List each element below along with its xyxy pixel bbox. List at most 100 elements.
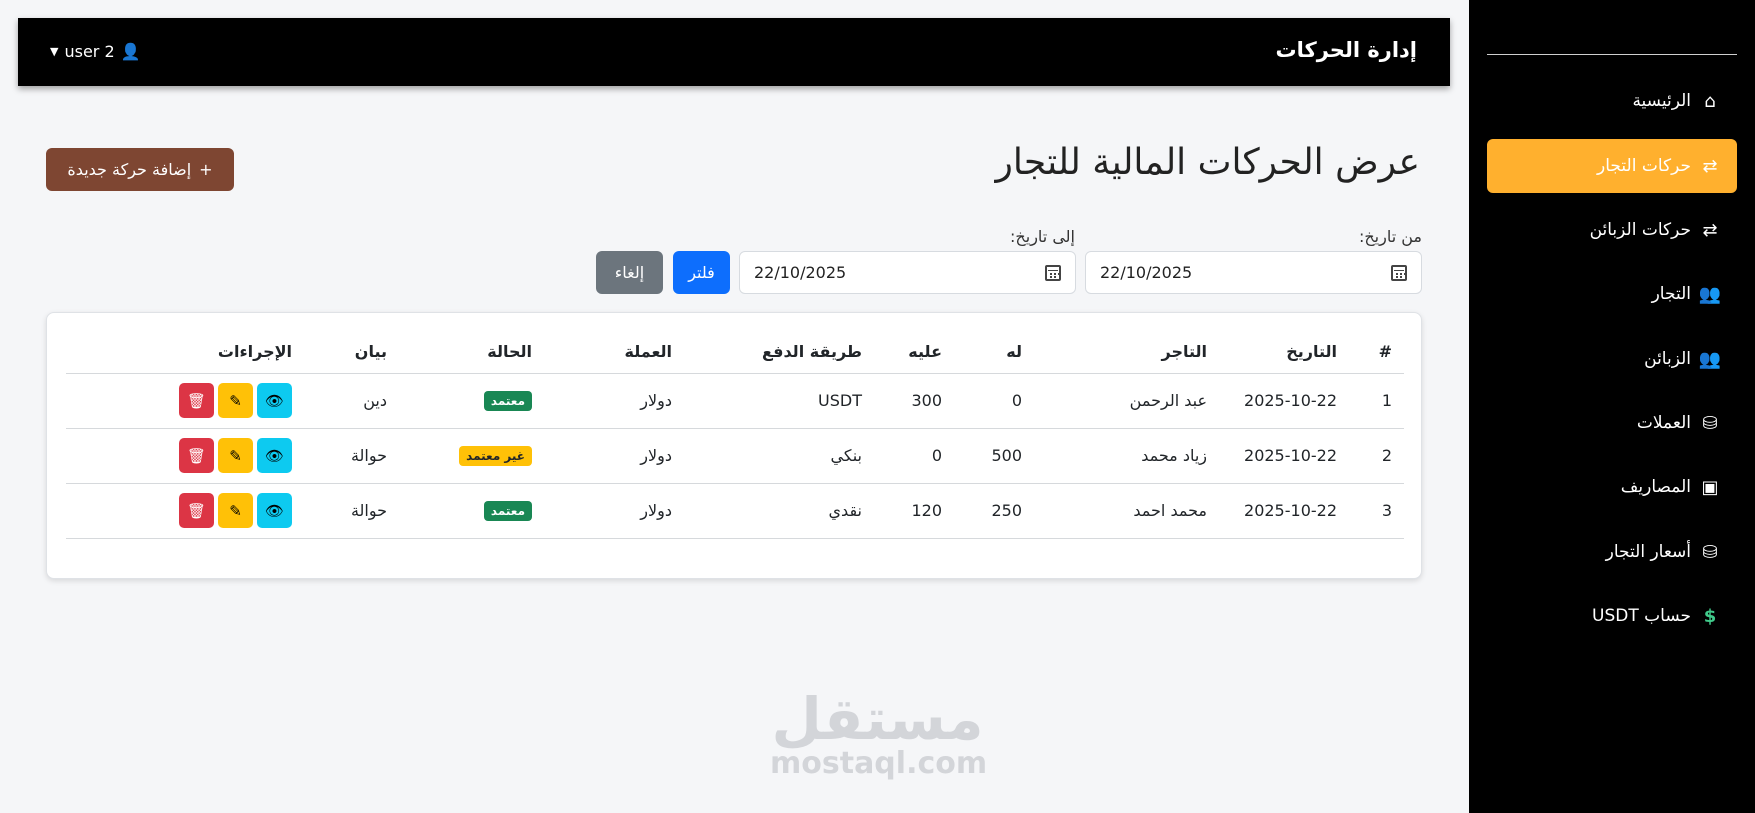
- sidebar-item-label: التجار: [1651, 284, 1691, 304]
- users-icon: 👥: [1698, 283, 1721, 305]
- cell-note: حوالة: [304, 428, 399, 484]
- eye-icon: 👁: [264, 446, 285, 465]
- sidebar-item-merchants[interactable]: 👥 التجار: [1487, 267, 1737, 321]
- cell-actions: 👁 ✎ 🗑: [66, 428, 304, 484]
- cell-merchant: زياد محمد: [1034, 428, 1219, 484]
- sidebar-item-label: حساب USDT: [1592, 606, 1691, 626]
- cell-date: 2025-10-22: [1219, 373, 1349, 429]
- edit-button[interactable]: ✎: [218, 493, 253, 528]
- cell-actions: 👁 ✎ 🗑: [66, 373, 304, 429]
- cell-payment-method: بنكي: [684, 428, 874, 484]
- delete-button[interactable]: 🗑: [179, 438, 214, 473]
- page-title: عرض الحركات المالية للتجار: [995, 142, 1421, 183]
- cell-note: حوالة: [304, 483, 399, 539]
- column-header-date: التاريخ: [1219, 331, 1349, 374]
- transactions-table: # التاريخ التاجر له عليه طريقة الدفع الع…: [66, 331, 1404, 539]
- home-icon: ⌂: [1704, 90, 1716, 112]
- cell-actions: 👁 ✎ 🗑: [66, 483, 304, 539]
- from-date-input[interactable]: 22/10/2025: [1085, 251, 1422, 294]
- dollar-icon: $: [1703, 605, 1717, 627]
- from-date-label: من تاريخ:: [1358, 227, 1422, 246]
- sidebar-item-label: حركات الزبائن: [1589, 220, 1691, 240]
- top-navbar: إدارة الحركات ▼ user 2 👤: [18, 18, 1450, 86]
- cell-status: معتمد: [399, 483, 544, 539]
- edit-button[interactable]: ✎: [218, 438, 253, 473]
- delete-button[interactable]: 🗑: [179, 493, 214, 528]
- coins-icon: ⛁: [1702, 412, 1718, 434]
- edit-button[interactable]: ✎: [218, 383, 253, 418]
- user-name: user 2: [64, 42, 115, 61]
- cell-payment-method: USDT: [684, 373, 874, 429]
- to-date-input[interactable]: 22/10/2025: [739, 251, 1076, 294]
- calendar-icon[interactable]: [1045, 264, 1061, 281]
- coins-icon: ⛁: [1702, 541, 1718, 563]
- cell-note: دين: [304, 373, 399, 429]
- to-date-label: إلى تاريخ:: [1010, 227, 1075, 246]
- sidebar-item-label: أسعار التجار: [1605, 542, 1691, 562]
- table-header-row: # التاريخ التاجر له عليه طريقة الدفع الع…: [66, 331, 1404, 374]
- sidebar-item-customers[interactable]: 👥 الزبائن: [1487, 332, 1737, 386]
- app-title: إدارة الحركات: [1275, 38, 1417, 62]
- column-header-payment-method: طريقة الدفع: [684, 331, 874, 374]
- status-badge: معتمد: [483, 391, 532, 411]
- sidebar-item-expenses[interactable]: ▣ المصاريف: [1487, 460, 1737, 514]
- sidebar-item-customer-transactions[interactable]: ⇄ حركات الزبائن: [1487, 203, 1737, 257]
- delete-button[interactable]: 🗑: [179, 383, 214, 418]
- sidebar-item-label: العملات: [1636, 413, 1691, 433]
- add-transaction-button[interactable]: + إضافة حركة جديدة: [46, 148, 234, 191]
- column-header-merchant: التاجر: [1034, 331, 1219, 374]
- view-button[interactable]: 👁: [257, 438, 292, 473]
- status-badge: معتمد: [483, 501, 532, 521]
- cell-date: 2025-10-22: [1219, 483, 1349, 539]
- user-menu-dropdown[interactable]: ▼ user 2 👤: [50, 42, 141, 61]
- cell-currency: دولار: [544, 483, 684, 539]
- sidebar-item-label: حركات التجار: [1597, 156, 1691, 176]
- calendar-icon[interactable]: [1391, 264, 1407, 281]
- caret-down-icon: ▼: [50, 45, 59, 58]
- sidebar-item-usdt-account[interactable]: $ حساب USDT: [1487, 589, 1737, 643]
- cell-debit: 300: [874, 373, 954, 429]
- eye-icon: 👁: [264, 391, 285, 410]
- cell-number: 2: [1349, 428, 1404, 484]
- column-header-number: #: [1349, 331, 1404, 374]
- cell-credit: 250: [954, 483, 1034, 539]
- trash-icon: 🗑: [186, 501, 207, 520]
- cancel-button[interactable]: إلغاء: [596, 251, 663, 294]
- table-row: 1 2025-10-22 عبد الرحمن 0 300 USDT دولار…: [66, 373, 1404, 429]
- transactions-card: # التاريخ التاجر له عليه طريقة الدفع الع…: [46, 312, 1422, 579]
- cell-status: معتمد: [399, 373, 544, 429]
- table-row: 2 2025-10-22 زياد محمد 500 0 بنكي دولار …: [66, 428, 1404, 484]
- column-header-note: بيان: [304, 331, 399, 374]
- trash-icon: 🗑: [186, 391, 207, 410]
- sidebar-item-merchant-transactions[interactable]: ⇄ حركات التجار: [1487, 139, 1737, 193]
- edit-icon: ✎: [229, 391, 242, 410]
- user-group-icon: 👥: [1698, 348, 1721, 370]
- sidebar-item-currencies[interactable]: ⛁ العملات: [1487, 396, 1737, 450]
- edit-icon: ✎: [229, 501, 242, 520]
- sidebar-item-merchant-rates[interactable]: ⛁ أسعار التجار: [1487, 525, 1737, 579]
- add-transaction-label: إضافة حركة جديدة: [67, 160, 192, 179]
- column-header-status: الحالة: [399, 331, 544, 374]
- trash-icon: 🗑: [186, 446, 207, 465]
- watermark-latin: mostaql.com: [770, 746, 988, 781]
- cell-merchant: محمد احمد: [1034, 483, 1219, 539]
- cell-payment-method: نقدي: [684, 483, 874, 539]
- column-header-currency: العملة: [544, 331, 684, 374]
- eye-icon: 👁: [264, 501, 285, 520]
- exchange-icon: ⇄: [1702, 219, 1718, 241]
- column-header-actions: الإجراءات: [66, 331, 304, 374]
- cell-credit: 500: [954, 428, 1034, 484]
- sidebar-item-home[interactable]: ⌂ الرئيسية: [1487, 74, 1737, 128]
- sidebar-item-label: الزبائن: [1644, 349, 1691, 369]
- cell-number: 3: [1349, 483, 1404, 539]
- filter-button[interactable]: فلتر: [673, 251, 730, 294]
- view-button[interactable]: 👁: [257, 383, 292, 418]
- cell-merchant: عبد الرحمن: [1034, 373, 1219, 429]
- from-date-value: 22/10/2025: [1100, 263, 1193, 282]
- cell-debit: 0: [874, 428, 954, 484]
- sidebar-item-label: المصاريف: [1620, 477, 1691, 497]
- view-button[interactable]: 👁: [257, 493, 292, 528]
- to-date-value: 22/10/2025: [754, 263, 847, 282]
- cell-debit: 120: [874, 483, 954, 539]
- column-header-credit: له: [954, 331, 1034, 374]
